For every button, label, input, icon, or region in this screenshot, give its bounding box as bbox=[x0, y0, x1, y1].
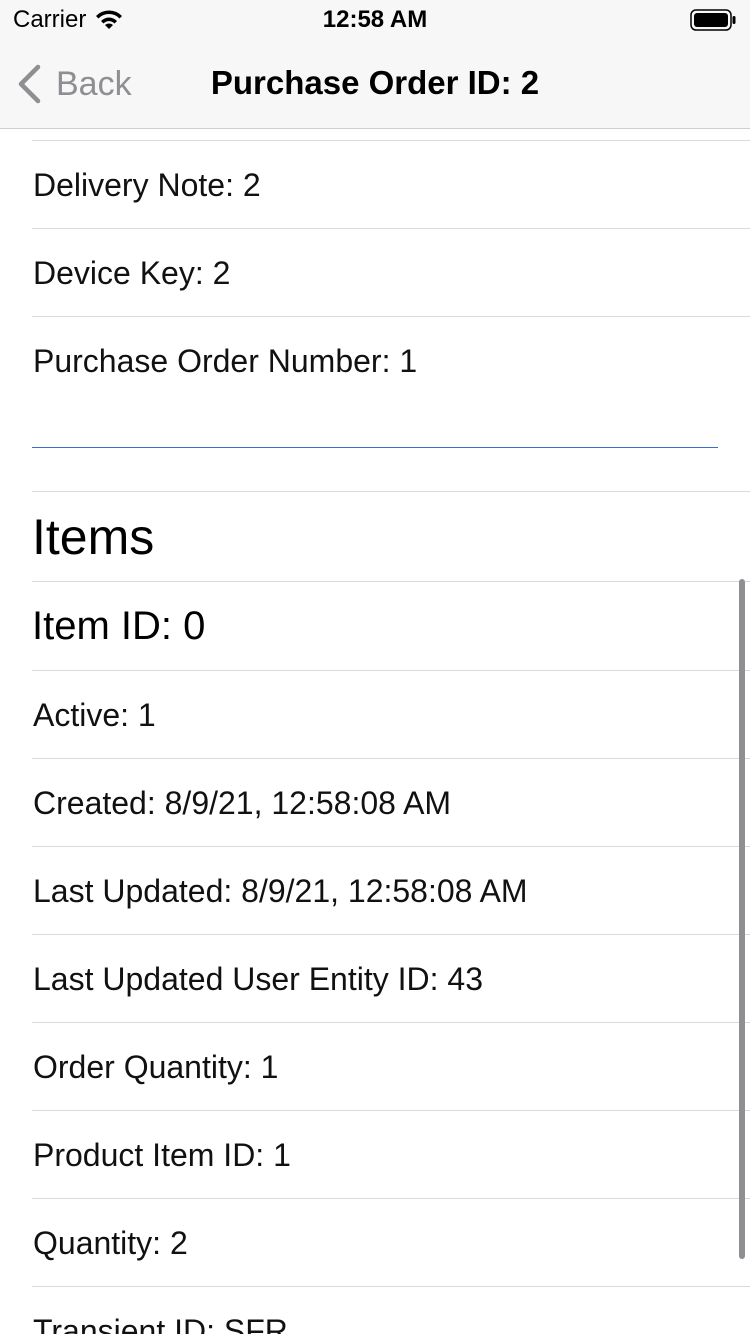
item-row-order-quantity: Order Quantity: 1 bbox=[32, 1022, 750, 1111]
navigation-bar: Back Purchase Order ID: 2 bbox=[0, 40, 750, 129]
item-field-label: Last Updated: 8/9/21, 12:58:08 AM bbox=[33, 872, 528, 909]
item-title: Item ID: 0 bbox=[32, 581, 750, 670]
field-label: Purchase Order Number: 1 bbox=[33, 342, 418, 379]
separator-line bbox=[32, 447, 718, 448]
item-row-product-item-id: Product Item ID: 1 bbox=[32, 1110, 750, 1199]
scroll-indicator[interactable] bbox=[739, 579, 745, 1259]
battery-icon bbox=[690, 9, 736, 31]
status-bar: Carrier 12:58 AM bbox=[0, 0, 750, 40]
item-row-transient-id: Transient ID: SFR bbox=[32, 1286, 750, 1334]
item-row-quantity: Quantity: 2 bbox=[32, 1198, 750, 1287]
item-field-label: Last Updated User Entity ID: 43 bbox=[33, 960, 483, 997]
screen: Carrier 12:58 AM Back Purchase Order ID:… bbox=[0, 0, 750, 1334]
field-label: Delivery Note: 2 bbox=[33, 166, 261, 203]
item-field-label: Order Quantity: 1 bbox=[33, 1048, 279, 1085]
field-label: Device Key: 2 bbox=[33, 254, 231, 291]
item-row-last-updated-user: Last Updated User Entity ID: 43 bbox=[32, 934, 750, 1023]
item-field-label: Quantity: 2 bbox=[33, 1224, 188, 1261]
items-section-header: Items bbox=[32, 491, 750, 582]
item-row-created: Created: 8/9/21, 12:58:08 AM bbox=[32, 758, 750, 847]
status-time: 12:58 AM bbox=[322, 6, 428, 33]
item-field-label: Active: 1 bbox=[33, 696, 156, 733]
detail-list: Delivery Note: 2 Device Key: 2 Purchase … bbox=[0, 129, 750, 1334]
page-title: Purchase Order ID: 2 bbox=[210, 64, 540, 101]
item-field-label: Created: 8/9/21, 12:58:08 AM bbox=[33, 784, 452, 821]
item-field-label: Transient ID: SFR bbox=[33, 1312, 288, 1334]
items-title: Items bbox=[32, 509, 155, 565]
item-row-active: Active: 1 bbox=[32, 670, 750, 759]
item-row-last-updated: Last Updated: 8/9/21, 12:58:08 AM bbox=[32, 846, 750, 935]
field-row-purchase-order-number: Purchase Order Number: 1 bbox=[32, 316, 750, 405]
item-field-label: Product Item ID: 1 bbox=[33, 1136, 291, 1173]
field-row-device-key: Device Key: 2 bbox=[32, 228, 750, 317]
field-row-delivery-note: Delivery Note: 2 bbox=[32, 140, 750, 229]
item-id-label: Item ID: 0 bbox=[32, 603, 206, 648]
